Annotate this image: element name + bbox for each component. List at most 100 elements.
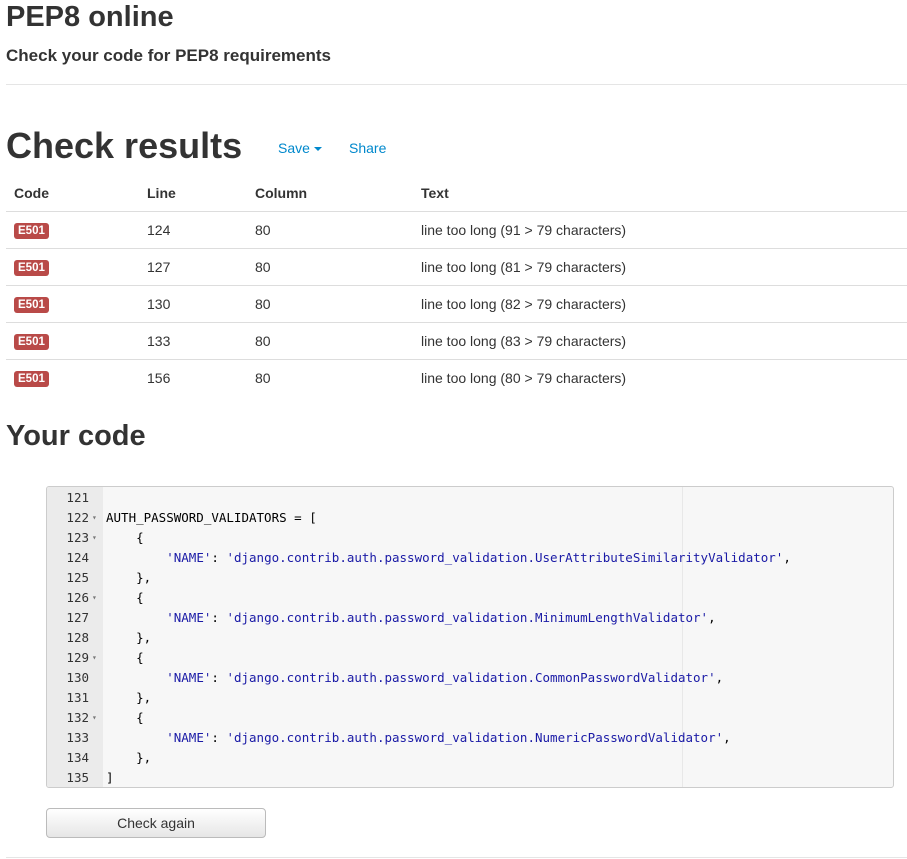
code-token: , [708, 610, 716, 625]
cell-column: 80 [247, 359, 413, 396]
cell-text: line too long (81 > 79 characters) [413, 248, 907, 286]
line-number: 135 [66, 770, 89, 785]
check-again-button[interactable]: Check again [46, 808, 266, 838]
cell-column: 80 [247, 322, 413, 360]
cell-code: E501 [6, 322, 139, 360]
save-dropdown-button[interactable]: Save [278, 140, 322, 156]
code-line: 127 'NAME': 'django.contrib.auth.passwor… [47, 608, 893, 628]
column-header-line: Line [139, 174, 247, 212]
cell-text: line too long (83 > 79 characters) [413, 322, 907, 360]
code-line: 130 'NAME': 'django.contrib.auth.passwor… [47, 668, 893, 688]
code-string: 'django.contrib.auth.password_validation… [226, 670, 716, 685]
code-line: 133 'NAME': 'django.contrib.auth.passwor… [47, 728, 893, 748]
cell-code: E501 [6, 359, 139, 396]
page-title: PEP8 online [6, 1, 174, 33]
code-token: }, [136, 690, 152, 705]
line-number: 123 [66, 530, 89, 545]
table-row: E501 133 80 line too long (83 > 79 characte… [6, 322, 907, 360]
error-code-badge: E501 [14, 223, 49, 239]
share-link[interactable]: Share [349, 140, 386, 156]
error-code-badge: E501 [14, 297, 49, 313]
cell-line: 133 [139, 322, 247, 360]
code-line: 123 ▾ { [47, 528, 893, 548]
code-token: { [136, 590, 144, 605]
code-line: 135] [47, 768, 893, 787]
code-text: }, [106, 748, 151, 768]
code-line: 129 ▾ { [47, 648, 893, 668]
fold-arrow-icon[interactable]: ▾ [92, 648, 97, 668]
line-number: 122 [66, 510, 89, 525]
cell-code: E501 [6, 248, 139, 286]
table-row: E501 127 80 line too long (81 > 79 characte… [6, 248, 907, 286]
code-text: 'NAME': 'django.contrib.auth.password_va… [106, 668, 723, 688]
fold-arrow-icon[interactable]: ▾ [92, 528, 97, 548]
line-number: 132 [66, 710, 89, 725]
code-token: { [136, 710, 144, 725]
code-token: , [723, 730, 731, 745]
cell-code: E501 [6, 285, 139, 323]
code-string: 'NAME' [166, 550, 212, 565]
code-text: }, [106, 688, 151, 708]
code-line: 125 }, [47, 568, 893, 588]
code-line: 124 'NAME': 'django.contrib.auth.passwor… [47, 548, 893, 568]
code-lines: 121 122 ▾ AUTH_PASSWORD_VALIDATORS = [123 ▾ … [47, 488, 893, 787]
results-table: Code Line Column Text E501 124 80 line too … [6, 174, 907, 396]
line-number: 128 [66, 630, 89, 645]
code-token: }, [136, 570, 152, 585]
code-heading: Your code [6, 420, 146, 452]
line-number: 131 [66, 690, 89, 705]
table-row: E501 124 80 line too long (91 > 79 characte… [6, 212, 907, 249]
cell-text: line too long (82 > 79 characters) [413, 285, 907, 323]
code-token: }, [136, 750, 152, 765]
line-number: 125 [66, 570, 89, 585]
line-number: 129 [66, 650, 89, 665]
code-token: , [783, 550, 791, 565]
line-number: 121 [66, 490, 89, 505]
code-editor[interactable]: 121 122 ▾ AUTH_PASSWORD_VALIDATORS = [123 ▾ … [46, 486, 894, 788]
code-line: 132 ▾ { [47, 708, 893, 728]
table-row: E501 130 80 line too long (82 > 79 characte… [6, 285, 907, 323]
code-string: 'NAME' [166, 610, 212, 625]
code-line: 122 ▾ AUTH_PASSWORD_VALIDATORS = [ [47, 508, 893, 528]
cell-column: 80 [247, 248, 413, 286]
code-line: 126 ▾ { [47, 588, 893, 608]
line-number: 130 [66, 670, 89, 685]
save-label: Save [278, 140, 310, 156]
fold-arrow-icon[interactable]: ▾ [92, 708, 97, 728]
error-code-badge: E501 [14, 371, 49, 387]
code-line: 134 }, [47, 748, 893, 768]
code-text: 'NAME': 'django.contrib.auth.password_va… [106, 548, 791, 568]
code-token: : [211, 670, 227, 685]
divider [6, 857, 907, 858]
fold-arrow-icon[interactable]: ▾ [92, 588, 97, 608]
code-string: 'NAME' [166, 730, 212, 745]
code-text: { [106, 528, 144, 548]
divider [6, 84, 907, 85]
code-text: }, [106, 628, 151, 648]
line-number: 126 [66, 590, 89, 605]
code-text: 'NAME': 'django.contrib.auth.password_va… [106, 608, 716, 628]
column-header-text: Text [413, 174, 907, 212]
cell-line: 130 [139, 285, 247, 323]
code-token: }, [136, 630, 152, 645]
results-heading: Check results [6, 125, 243, 166]
code-token: AUTH_PASSWORD_VALIDATORS = [ [106, 510, 317, 525]
cell-line: 156 [139, 359, 247, 396]
cell-text: line too long (80 > 79 characters) [413, 359, 907, 396]
code-text: AUTH_PASSWORD_VALIDATORS = [ [106, 508, 317, 528]
fold-arrow-icon[interactable]: ▾ [92, 508, 97, 528]
error-code-badge: E501 [14, 260, 49, 276]
line-number: 127 [66, 610, 89, 625]
code-token: : [211, 550, 227, 565]
code-text: 'NAME': 'django.contrib.auth.password_va… [106, 728, 731, 748]
results-header-row: Code Line Column Text [6, 174, 907, 212]
